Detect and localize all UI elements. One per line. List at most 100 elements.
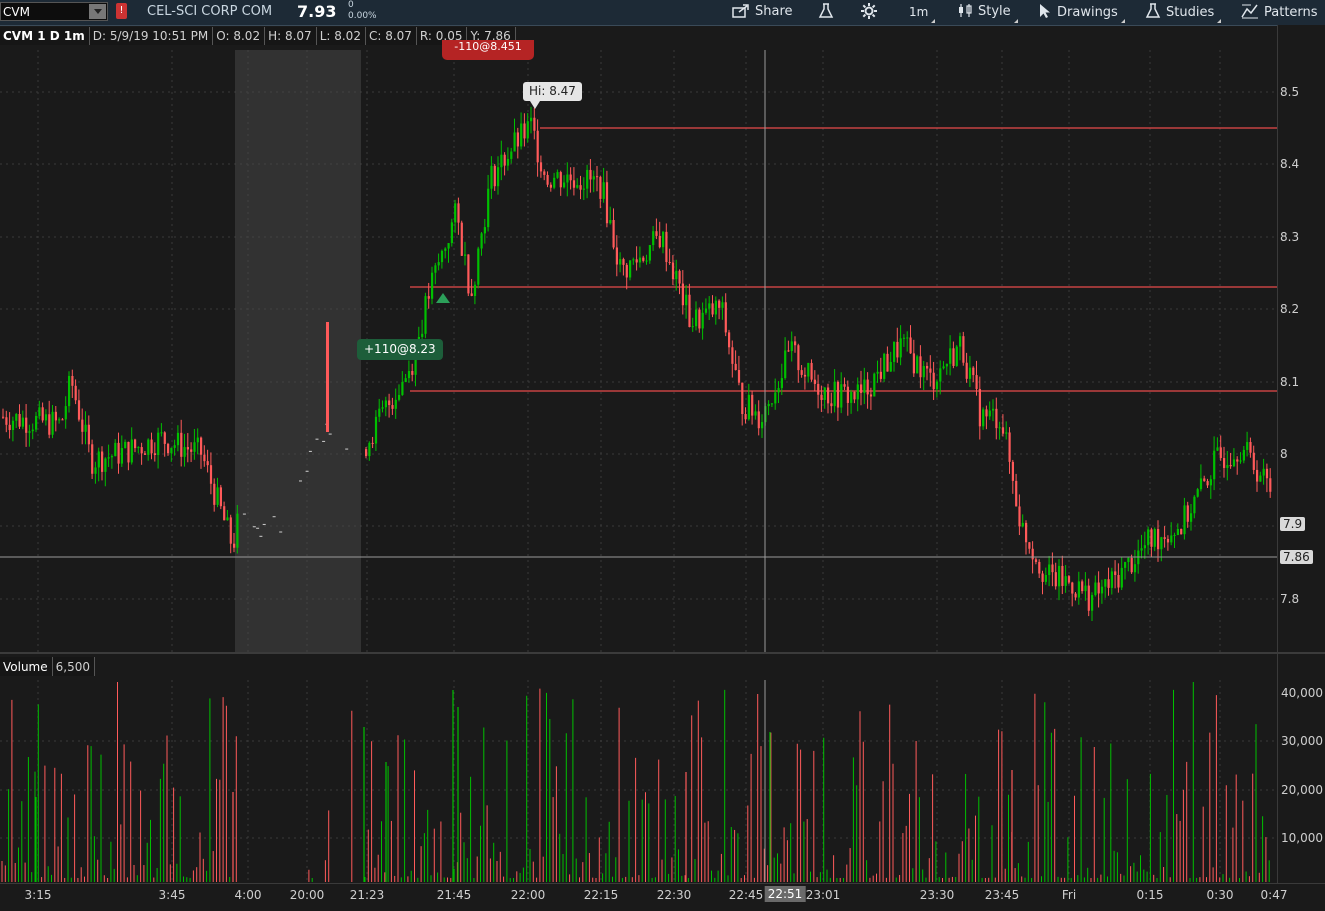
candle-body: [490, 165, 493, 189]
candle-body: [1252, 452, 1255, 470]
time-axis[interactable]: 3:15 3:45 4:00 20:00 21:23 21:45 22:00 2…: [0, 883, 1325, 911]
candle-body: [134, 439, 137, 449]
candle-body: [1223, 458, 1226, 468]
candle-body: [365, 449, 368, 457]
candle-body: [1190, 513, 1193, 522]
candle-body: [1249, 442, 1252, 453]
candle-body: [1150, 529, 1153, 547]
candle-body: [899, 338, 902, 358]
candle-body: [1104, 579, 1107, 587]
candle-body: [114, 442, 117, 457]
candle-body: [200, 437, 203, 455]
candle-body: [1176, 529, 1179, 536]
candle-body: [708, 303, 711, 309]
candle-body: [530, 117, 533, 122]
candle-body: [906, 337, 909, 339]
candle-body: [860, 384, 863, 393]
candle-body: [51, 411, 54, 435]
candle-body: [635, 259, 638, 263]
sell-fill-tag[interactable]: -110@8.451: [442, 40, 534, 60]
candle-body: [457, 203, 460, 223]
candle-body: [180, 432, 183, 457]
candle-body: [952, 348, 955, 366]
candle-body: [183, 447, 186, 457]
candle-body: [84, 424, 87, 432]
candle-body: [523, 123, 526, 139]
candle-body: [398, 394, 401, 400]
candle-body: [1143, 545, 1146, 549]
candle-body: [124, 441, 127, 449]
candle-body: [97, 451, 100, 468]
candle-body: [747, 394, 750, 420]
candle-body: [728, 332, 731, 348]
candle-body: [982, 409, 985, 427]
candle-body: [691, 326, 694, 328]
candle-body: [68, 375, 71, 407]
candle-body: [163, 432, 166, 444]
volume-tick: 20,000: [1281, 783, 1323, 797]
candle-body: [1219, 447, 1222, 459]
time-tick: 22:15: [583, 888, 619, 902]
candle-body: [645, 260, 648, 262]
candle-body: [368, 442, 371, 457]
candle-body: [176, 432, 180, 446]
candle-body: [919, 356, 922, 378]
candle-body: [724, 302, 727, 333]
candle-body: [902, 337, 906, 339]
candle-body: [546, 174, 549, 185]
candle-body: [104, 458, 107, 472]
candle-body: [757, 411, 760, 429]
candle-body: [1216, 447, 1219, 451]
candle-body: [596, 176, 599, 178]
buy-fill-tag[interactable]: +110@8.23: [357, 339, 443, 360]
candle-body: [827, 387, 830, 404]
candle-body: [411, 370, 414, 375]
candle-body: [1157, 529, 1160, 550]
chart-canvas[interactable]: [0, 0, 1325, 910]
candle-body: [688, 294, 691, 328]
volume-tick: 40,000: [1281, 686, 1323, 700]
time-tick: 0:47: [1260, 888, 1288, 902]
candle-body: [549, 184, 552, 188]
candle-body: [866, 379, 869, 395]
candle-body: [655, 231, 658, 236]
candle-body: [1094, 582, 1097, 596]
candle-body: [553, 177, 556, 188]
candle-body: [1127, 557, 1130, 563]
candle-body: [1100, 586, 1104, 594]
candle-body: [1124, 562, 1127, 568]
volume-header: Volume 6,500: [0, 657, 95, 679]
candle-body: [1031, 548, 1034, 560]
candle-body: [609, 220, 612, 224]
candle-body: [190, 449, 193, 452]
candle-body: [516, 132, 519, 147]
candle-body: [127, 441, 130, 463]
candle-body: [101, 451, 104, 472]
candle-body: [437, 262, 440, 266]
candle-body: [81, 419, 84, 432]
candle-body: [107, 457, 110, 459]
candle-body: [1236, 459, 1239, 462]
candle-body: [886, 353, 889, 372]
candle-body: [998, 427, 1001, 429]
candle-body: [35, 415, 38, 430]
volume-title: Volume: [0, 657, 53, 676]
candle-body: [698, 309, 701, 329]
candle-body: [388, 400, 391, 406]
candle-body: [916, 356, 919, 374]
candle-body: [140, 447, 143, 454]
candle-body: [843, 384, 846, 387]
candle-body: [219, 487, 222, 507]
candle-body: [1021, 522, 1024, 527]
candle-body: [1229, 465, 1232, 467]
candle-body: [117, 442, 120, 464]
price-tick: 8.4: [1280, 157, 1300, 171]
candle-body: [1166, 538, 1170, 543]
time-tick: 21:23: [349, 888, 385, 902]
candle-body: [477, 248, 480, 285]
candle-body: [556, 172, 559, 178]
candle-body: [945, 363, 948, 367]
candle-body: [71, 375, 74, 386]
candle-body: [1018, 506, 1021, 527]
candle-body: [54, 411, 57, 421]
